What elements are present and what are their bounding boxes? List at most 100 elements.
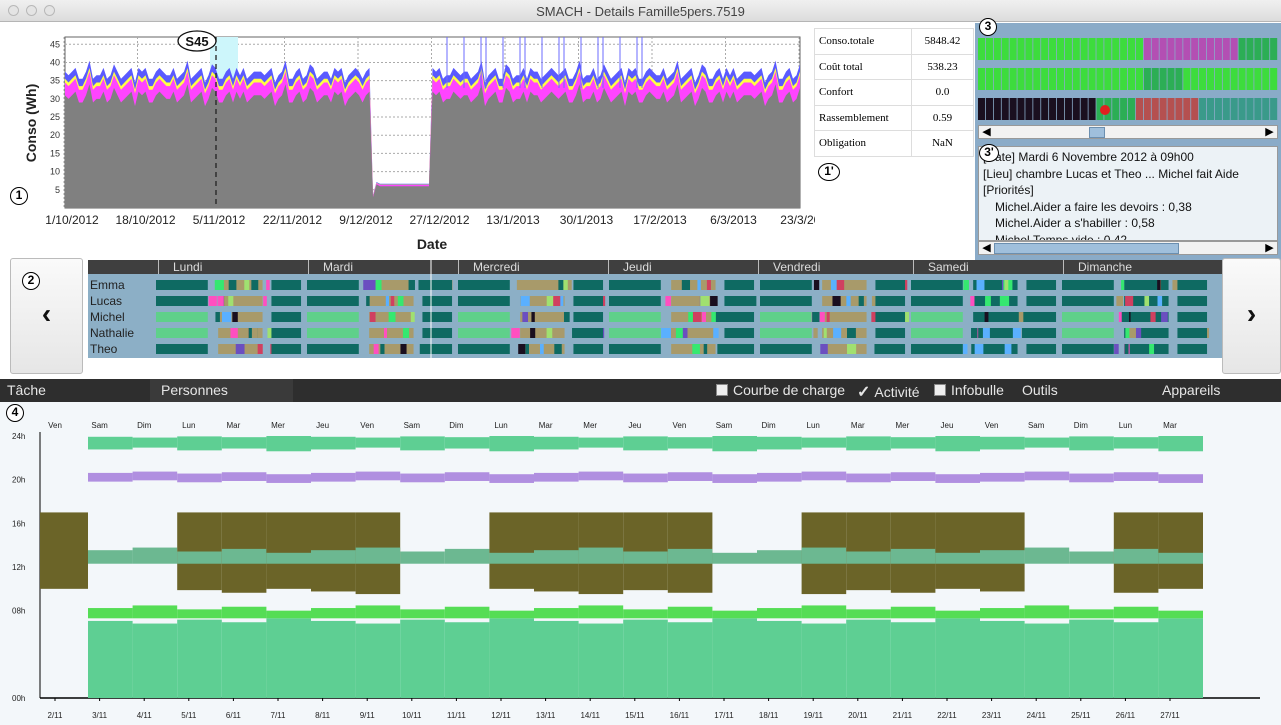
consumption-chart[interactable]: 5 10 15 20 25 30 35 40 45 1/10/2012 18/10/2012 5/11… [0, 23, 815, 281]
scroll-right-icon[interactable]: ▶ [1263, 242, 1276, 254]
schedule-cell [1238, 98, 1246, 120]
activity-segment [573, 328, 604, 338]
tooltip-scrollbar[interactable]: ◀ ▶ [978, 241, 1278, 255]
evening-bar [534, 472, 579, 482]
wake-bar [846, 609, 891, 619]
evening-bar [1024, 471, 1070, 481]
wake-bar [88, 608, 133, 619]
metrics-table: Conso.totale 5848.42 Coût total 538.23 Confo… [814, 28, 974, 157]
persons-menu[interactable]: Personnes [161, 382, 228, 398]
tools-menu[interactable]: Outils [1022, 382, 1058, 398]
day-label: Lun [182, 421, 195, 430]
schedule-cell [1175, 68, 1183, 90]
night-bar [980, 436, 1025, 450]
night-bar [667, 437, 713, 449]
next-week-button[interactable]: › [1222, 258, 1281, 374]
y-axis-label: Conso (Wh) [23, 84, 39, 163]
scroll-right-icon[interactable]: ▶ [1263, 126, 1276, 138]
schedule-cell [1009, 68, 1017, 90]
schedule-cell [1056, 68, 1065, 90]
activity-segment [711, 312, 716, 322]
lunch-bar [355, 547, 401, 564]
scroll-thumb[interactable] [1089, 127, 1105, 138]
activity-segment [1124, 344, 1129, 354]
daily-activity-chart[interactable]: 24h 20h 16h 12h 08h 00h Ven Sam Dim Lun Mar Mer Jeu V… [0, 402, 1281, 725]
activity-segment [400, 344, 407, 354]
lunch-bar [712, 552, 757, 564]
activity-segment [812, 312, 820, 322]
y-tick-label: 08h [12, 607, 25, 616]
previous-week-button[interactable]: ‹ [10, 258, 83, 374]
activity-segment [609, 296, 661, 306]
sleep-bar [935, 618, 980, 698]
wake-bar [1113, 606, 1159, 619]
tooltip-checkbox[interactable]: Infobulle [934, 382, 1004, 398]
load-curve-checkbox[interactable]: Courbe de charge [716, 382, 845, 398]
night-bar [801, 437, 847, 448]
activity-segment [875, 312, 906, 322]
horizontal-scrollbar[interactable]: ◀ ▶ [978, 125, 1278, 139]
night-bar [846, 436, 891, 451]
night-bar [1024, 437, 1070, 448]
activity-segment [1129, 328, 1138, 338]
task-menu[interactable]: Tâche [7, 382, 46, 398]
lunch-bar [846, 551, 891, 564]
activity-segment [1177, 296, 1208, 306]
activity-timeline[interactable] [978, 38, 1278, 122]
y-tick-label: 00h [12, 694, 25, 703]
week-grid[interactable]: Lundi Mardi Mercredi Jeudi Vendredi Samedi Dim… [88, 260, 1222, 358]
night-bar [444, 437, 490, 449]
scroll-thumb[interactable] [994, 243, 1179, 254]
activity-segment [760, 344, 812, 354]
metric-value: 0.59 [911, 104, 974, 131]
schedule-cell [1041, 68, 1049, 90]
activity-segment [554, 344, 562, 354]
wake-bar [712, 610, 757, 619]
evening-bar [890, 472, 936, 481]
activity-segment [511, 328, 520, 338]
devices-menu[interactable]: Appareils [1162, 382, 1220, 398]
schedule-cell [1159, 98, 1167, 120]
activity-segment [609, 312, 661, 322]
date-label: 25/11 [1071, 711, 1091, 720]
tooltip-priorities-heading: [Priorités] [983, 183, 1034, 197]
activity-segment [830, 280, 837, 290]
activity-segment [221, 312, 232, 322]
activity-segment [385, 296, 390, 306]
activity-segment [970, 296, 975, 306]
activity-checkbox[interactable]: ✓ Activité [857, 382, 920, 402]
sleep-bar [623, 619, 668, 698]
night-bar [355, 437, 401, 448]
scroll-left-icon[interactable]: ◀ [980, 242, 993, 254]
evening-bar [980, 472, 1025, 482]
checkbox-icon[interactable] [716, 384, 728, 396]
activity-segment [974, 344, 984, 354]
lunch-bar [132, 547, 178, 564]
day-label: Mar [227, 421, 241, 430]
activity-segment [397, 296, 404, 306]
schedule-cell [1206, 98, 1215, 120]
activity-segment [1123, 312, 1130, 322]
date-label: 9/11 [360, 711, 376, 720]
activity-segment [369, 312, 376, 322]
date-label: 5/11 [181, 711, 197, 720]
schedule-cell [1183, 68, 1191, 90]
activity-segment [835, 280, 845, 290]
work-bar [846, 512, 891, 591]
checkmark-icon[interactable]: ✓ [857, 384, 870, 401]
activity-segment [1157, 296, 1163, 306]
tooltip-panel[interactable]: [Date] Mardi 6 Novembre 2012 à 09h00 [Li… [978, 146, 1278, 241]
sleep-bar [88, 620, 133, 698]
activity-segment [410, 312, 415, 322]
scroll-left-icon[interactable]: ◀ [980, 126, 993, 138]
sleep-bar [534, 620, 579, 698]
day-label: Jeu [316, 421, 329, 430]
activity-segment [458, 328, 510, 338]
activity-segment [609, 280, 661, 290]
schedule-cell [1151, 68, 1159, 90]
day-label: Sam [404, 421, 421, 430]
activity-segment [875, 344, 906, 354]
day-label: Lun [807, 421, 820, 430]
activity-segment [522, 312, 529, 322]
checkbox-icon[interactable] [934, 384, 946, 396]
